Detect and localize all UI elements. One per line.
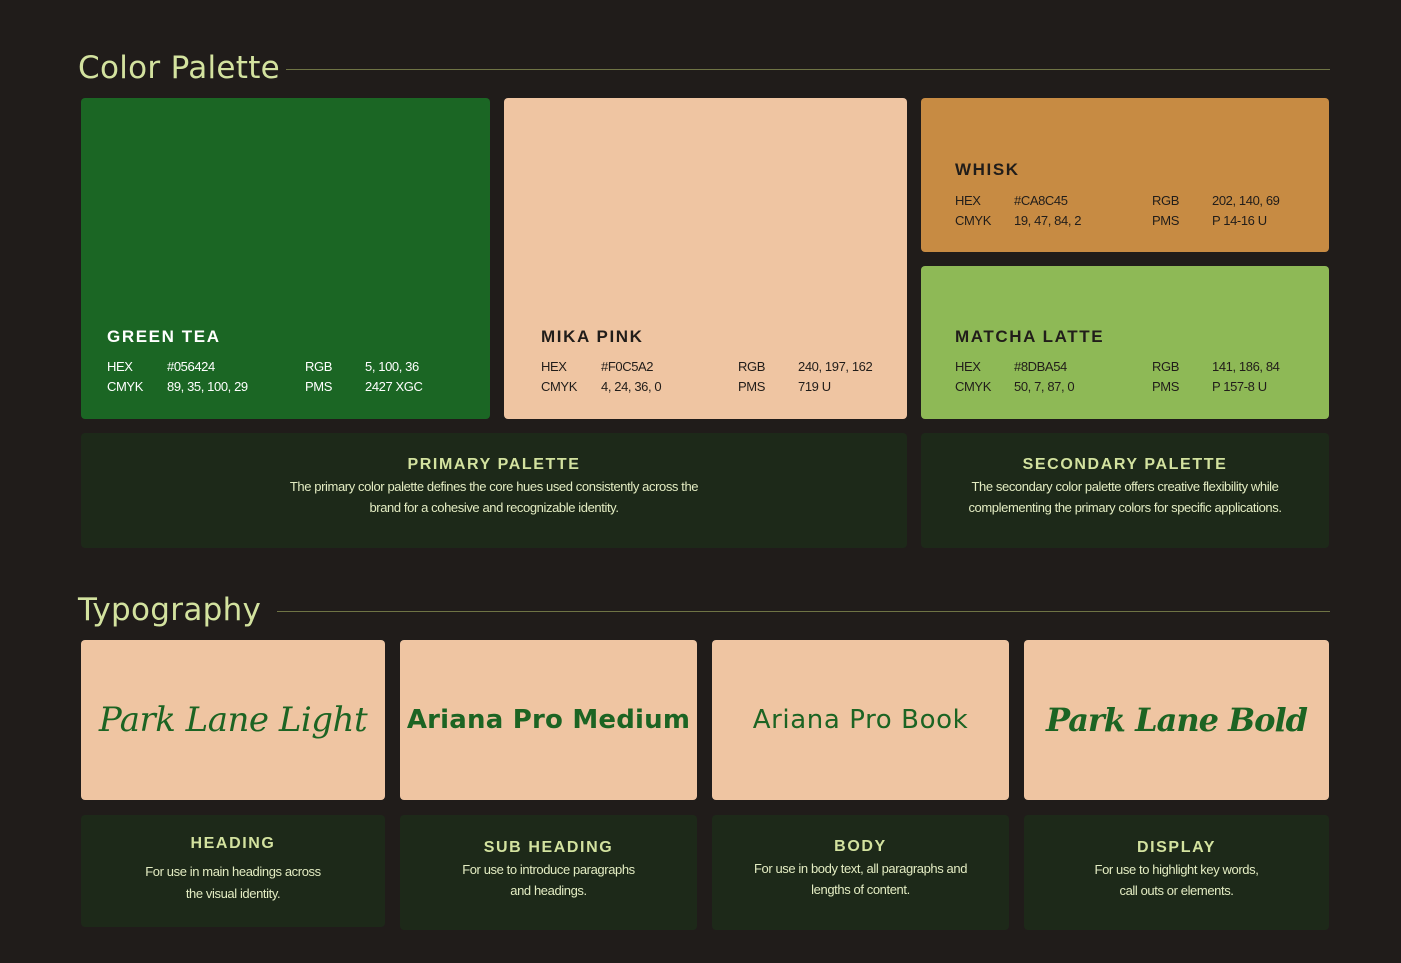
heading-usage-card: HEADING For use in main headings across …	[81, 815, 385, 927]
cmyk-value: 19, 47, 84, 2	[1014, 213, 1082, 228]
color-palette-title: Color Palette	[78, 50, 281, 86]
pms-label: PMS	[305, 379, 332, 394]
swatch-green-tea[interactable]: GREEN TEA HEX #056424 RGB 5, 100, 36 CMY…	[81, 98, 490, 419]
font-card-ariana-pro-medium[interactable]: Ariana Pro Medium	[400, 640, 697, 800]
pms-value: P 14-16 U	[1212, 213, 1267, 228]
hex-label: HEX	[541, 359, 567, 374]
secondary-palette-card: SECONDARY PALETTE The secondary color pa…	[921, 433, 1329, 548]
cmyk-value: 89, 35, 100, 29	[167, 379, 248, 394]
body-usage-text-line1: For use in body text, all paragraphs and	[753, 861, 968, 876]
swatch-mika-pink[interactable]: MIKA PINK HEX #F0C5A2 RGB 240, 197, 162 …	[504, 98, 907, 419]
rgb-value: 141, 186, 84	[1212, 359, 1280, 374]
body-usage-text-line2: lengths of content.	[811, 882, 910, 897]
heading-usage-text-line1: For use in main headings across	[145, 864, 321, 879]
hex-value: #CA8C45	[1014, 193, 1068, 208]
subheading-usage-text-line2: and headings.	[510, 883, 587, 898]
swatch-name: MIKA PINK	[541, 327, 644, 346]
swatch-name: WHISK	[955, 160, 1020, 179]
subheading-usage-card: SUB HEADING For use to introduce paragra…	[400, 815, 697, 930]
typography-rule	[277, 611, 1330, 612]
typography-title: Typography	[78, 592, 262, 628]
color-palette-rule	[286, 69, 1330, 70]
pms-label: PMS	[1152, 213, 1179, 228]
swatch-matcha-latte[interactable]: MATCHA LATTE HEX #8DBA54 RGB 141, 186, 8…	[921, 266, 1329, 419]
pms-label: PMS	[738, 379, 765, 394]
rgb-label: RGB	[305, 359, 332, 374]
swatch-name: GREEN TEA	[107, 327, 221, 346]
rgb-label: RGB	[738, 359, 765, 374]
rgb-label: RGB	[1152, 193, 1179, 208]
hex-label: HEX	[107, 359, 133, 374]
secondary-palette-text-line2: complementing the primary colors for spe…	[968, 500, 1282, 515]
secondary-palette-title: SECONDARY PALETTE	[1022, 456, 1228, 473]
primary-palette-card: PRIMARY PALETTE The primary color palett…	[81, 433, 907, 548]
hex-value: #8DBA54	[1014, 359, 1067, 374]
rgb-value: 5, 100, 36	[365, 359, 419, 374]
display-usage-card: DISPLAY For use to highlight key words, …	[1024, 815, 1329, 930]
subheading-usage-title: SUB HEADING	[483, 839, 614, 856]
font-sample-ariana-pro-medium: Ariana Pro Medium	[406, 705, 691, 735]
secondary-palette-text-line1: The secondary color palette offers creat…	[971, 479, 1279, 494]
cmyk-label: CMYK	[955, 213, 991, 228]
pms-label: PMS	[1152, 379, 1179, 394]
rgb-value: 202, 140, 69	[1212, 193, 1280, 208]
cmyk-label: CMYK	[955, 379, 991, 394]
display-usage-text-line2: call outs or elements.	[1119, 883, 1234, 898]
font-card-park-lane-light[interactable]: Park Lane Light	[81, 640, 385, 800]
heading-usage-text-line2: the visual identity.	[185, 886, 281, 901]
body-usage-title: BODY	[834, 838, 887, 855]
primary-palette-text-line2: brand for a cohesive and recognizable id…	[369, 500, 619, 515]
rgb-label: RGB	[1152, 359, 1179, 374]
pms-value: 719 U	[798, 379, 831, 394]
hex-label: HEX	[955, 359, 981, 374]
subheading-usage-text-line1: For use to introduce paragraphs	[462, 862, 635, 877]
body-usage-card: BODY For use in body text, all paragraph…	[712, 815, 1009, 930]
font-sample-park-lane-light: Park Lane Light	[98, 700, 368, 740]
font-sample-park-lane-bold: Park Lane Bold	[1045, 701, 1308, 739]
primary-palette-title: PRIMARY PALETTE	[407, 456, 581, 473]
pms-value: P 157-8 U	[1212, 379, 1267, 394]
display-usage-title: DISPLAY	[1136, 839, 1217, 856]
hex-value: #F0C5A2	[601, 359, 654, 374]
heading-usage-title: HEADING	[190, 835, 276, 852]
hex-value: #056424	[167, 359, 215, 374]
font-card-park-lane-bold[interactable]: Park Lane Bold	[1024, 640, 1329, 800]
cmyk-label: CMYK	[107, 379, 143, 394]
cmyk-value: 50, 7, 87, 0	[1014, 379, 1075, 394]
hex-label: HEX	[955, 193, 981, 208]
display-usage-text-line1: For use to highlight key words,	[1094, 862, 1259, 877]
rgb-value: 240, 197, 162	[798, 359, 873, 374]
font-card-ariana-pro-book[interactable]: Ariana Pro Book	[712, 640, 1009, 800]
swatch-name: MATCHA LATTE	[955, 327, 1105, 346]
cmyk-value: 4, 24, 36, 0	[601, 379, 662, 394]
font-sample-ariana-pro-book: Ariana Pro Book	[752, 705, 969, 735]
swatch-whisk[interactable]: WHISK HEX #CA8C45 RGB 202, 140, 69 CMYK …	[921, 98, 1329, 252]
cmyk-label: CMYK	[541, 379, 577, 394]
pms-value: 2427 XGC	[365, 379, 423, 394]
primary-palette-text-line1: The primary color palette defines the co…	[289, 479, 699, 494]
